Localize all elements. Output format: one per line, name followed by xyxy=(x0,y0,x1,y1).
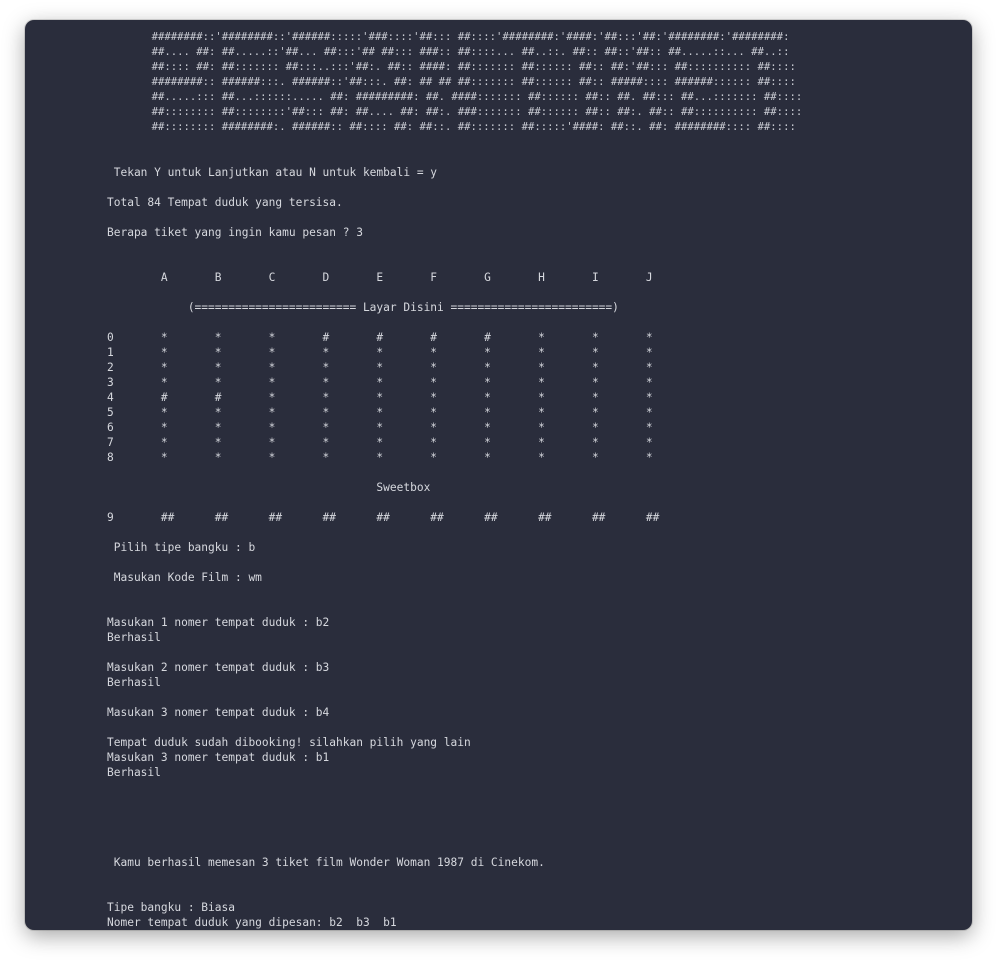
ascii-banner-line: ##.... ##: ##.....::'##... ##:::'## ##::… xyxy=(107,46,790,58)
terminal-line: 9 ## ## ## ## ## ## ## ## ## ## xyxy=(107,511,660,524)
ascii-banner-line: ##.....::: ##...::::::..... ##: ########… xyxy=(107,91,803,103)
terminal-line: Masukan 2 nomer tempat duduk : b3 xyxy=(107,661,330,674)
terminal-line: Berapa tiket yang ingin kamu pesan ? 3 xyxy=(107,226,363,239)
ascii-banner-line: ##:::::::: ########:. ######:: ##:::: ##… xyxy=(107,121,796,133)
terminal-line: Tekan Y untuk Lanjutkan atau N untuk kem… xyxy=(107,166,438,179)
terminal-line: (======================== Layar Disini =… xyxy=(107,301,619,314)
ascii-banner-line: ########:: ######:::. ######::'##:::. ##… xyxy=(107,76,796,88)
terminal-line: 3 * * * * * * * * * * xyxy=(107,376,653,389)
terminal-line: 5 * * * * * * * * * * xyxy=(107,406,653,419)
terminal-line: Tipe bangku : Biasa xyxy=(107,901,235,914)
terminal-line: Tempat duduk sudah dibooking! silahkan p… xyxy=(107,736,471,749)
terminal-line: Nomer tempat duduk yang dipesan: b2 b3 b… xyxy=(107,916,397,929)
terminal-line: Berhasil xyxy=(107,676,161,689)
terminal-line: Pilih tipe bangku : b xyxy=(107,541,256,554)
terminal-line: 4 # # * * * * * * * * xyxy=(107,391,653,404)
ascii-banner-line: ##:::::::: ##::::::::'##::: ##: ##.... #… xyxy=(107,106,803,118)
terminal-line: Berhasil xyxy=(107,766,161,779)
terminal-line: Total 84 Tempat duduk yang tersisa. xyxy=(107,196,343,209)
terminal-line: 6 * * * * * * * * * * xyxy=(107,421,653,434)
terminal-line: Kamu berhasil memesan 3 tiket film Wonde… xyxy=(107,856,545,869)
terminal-line: 7 * * * * * * * * * * xyxy=(107,436,653,449)
terminal-line: Berhasil xyxy=(107,631,161,644)
terminal-line: 1 * * * * * * * * * * xyxy=(107,346,653,359)
terminal-line: Masukan 1 nomer tempat duduk : b2 xyxy=(107,616,330,629)
terminal-line: A B C D E F G H I J xyxy=(107,271,653,284)
terminal-line: Masukan 3 nomer tempat duduk : b4 xyxy=(107,706,330,719)
terminal-line: Masukan Kode Film : wm xyxy=(107,571,262,584)
terminal-line: Sweetbox xyxy=(107,481,431,494)
terminal-line: 2 * * * * * * * * * * xyxy=(107,361,653,374)
terminal-output: ########::'########::'######:::::'###:::… xyxy=(107,30,967,930)
terminal-line: Masukan 3 nomer tempat duduk : b1 xyxy=(107,751,330,764)
terminal-line: 8 * * * * * * * * * * xyxy=(107,451,653,464)
ascii-banner-line: ##:::: ##: ##::::::: ##:::..:::'##:. ##:… xyxy=(107,61,796,73)
terminal-window: ########::'########::'######:::::'###:::… xyxy=(25,20,972,930)
terminal-line: 0 * * * # # # # * * * xyxy=(107,331,653,344)
ascii-banner-line: ########::'########::'######:::::'###:::… xyxy=(107,31,790,43)
